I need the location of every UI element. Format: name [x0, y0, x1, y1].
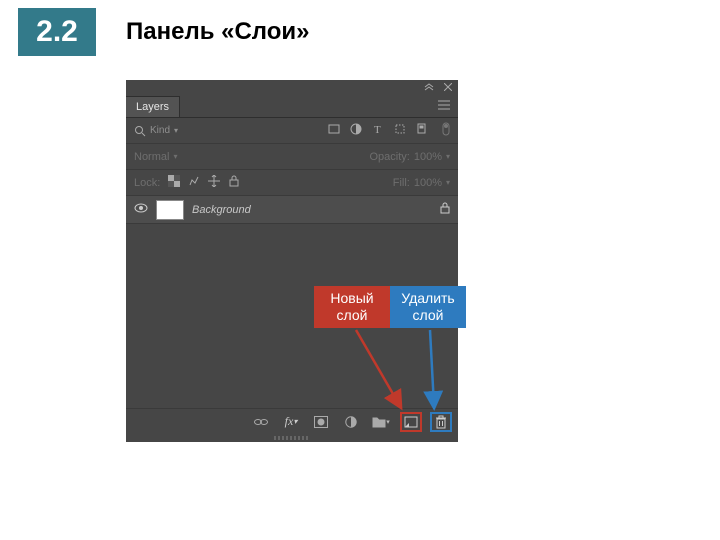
- blend-row: Normal ▾ Opacity: 100% ▾: [126, 144, 458, 170]
- adjustment-layer-button[interactable]: [340, 412, 362, 432]
- chevron-down-icon: ▾: [386, 418, 390, 426]
- panel-tabbar: Layers: [126, 94, 458, 118]
- visibility-eye-icon[interactable]: [134, 203, 148, 216]
- filter-toggle-switch[interactable]: [442, 122, 450, 139]
- delete-layer-button[interactable]: [430, 412, 452, 432]
- panel-bottom-bar: fx▾ ▾: [126, 408, 458, 434]
- panel-resize-grip[interactable]: [126, 434, 458, 442]
- layer-name[interactable]: Background: [192, 204, 251, 216]
- layer-list-empty-area: [126, 224, 458, 408]
- panel-top-controls: [126, 80, 458, 94]
- filter-adjustment-icon[interactable]: [350, 123, 362, 138]
- filter-kind-label: Kind: [150, 125, 170, 136]
- lock-label: Lock:: [134, 177, 160, 189]
- blend-mode-value: Normal: [134, 151, 169, 163]
- layer-lock-icon[interactable]: [440, 202, 450, 217]
- chevron-down-icon: ▾: [173, 152, 177, 161]
- fill-value[interactable]: 100%: [414, 177, 442, 189]
- link-layers-button[interactable]: [250, 412, 272, 432]
- lock-all-icon[interactable]: [228, 175, 240, 190]
- lock-position-icon[interactable]: [208, 175, 220, 190]
- filter-type-icon[interactable]: T: [372, 123, 384, 138]
- layer-filter-row: Kind ▾ T: [126, 118, 458, 144]
- lock-pixels-icon[interactable]: [188, 175, 200, 190]
- svg-text:T: T: [374, 124, 381, 135]
- layer-thumbnail[interactable]: [156, 200, 184, 220]
- new-layer-button[interactable]: [400, 412, 422, 432]
- filter-smart-icon[interactable]: [416, 123, 428, 138]
- layer-row-background[interactable]: Background: [126, 196, 458, 224]
- layers-panel: Layers Kind ▾ T Normal ▾ Opacity: 100%: [126, 80, 458, 442]
- tab-layers[interactable]: Layers: [126, 96, 180, 117]
- close-icon[interactable]: [444, 83, 452, 91]
- section-number-badge: 2.2: [18, 8, 96, 56]
- lock-row: Lock: Fill: 100% ▾: [126, 170, 458, 196]
- chevron-down-icon: ▾: [446, 178, 450, 187]
- layer-style-button[interactable]: fx▾: [280, 412, 302, 432]
- filter-shape-icon[interactable]: [394, 123, 406, 138]
- lock-transparency-icon[interactable]: [168, 175, 180, 190]
- chevron-down-icon: ▾: [446, 152, 450, 161]
- search-icon: [134, 125, 146, 137]
- layer-list: Background: [126, 196, 458, 224]
- chevron-down-icon: ▾: [174, 126, 178, 135]
- new-group-button[interactable]: ▾: [370, 412, 392, 432]
- opacity-value[interactable]: 100%: [414, 151, 442, 163]
- collapse-icon[interactable]: [424, 83, 434, 91]
- opacity-label: Opacity:: [369, 151, 409, 163]
- chevron-down-icon: ▾: [293, 417, 297, 426]
- fill-label: Fill:: [393, 177, 410, 189]
- blend-mode-dropdown[interactable]: Normal ▾: [134, 151, 177, 163]
- panel-menu-icon[interactable]: [430, 96, 458, 117]
- layer-mask-button[interactable]: [310, 412, 332, 432]
- filter-pixel-icon[interactable]: [328, 123, 340, 138]
- filter-kind-dropdown[interactable]: Kind ▾: [134, 125, 178, 137]
- section-title: Панель «Слои»: [126, 18, 309, 46]
